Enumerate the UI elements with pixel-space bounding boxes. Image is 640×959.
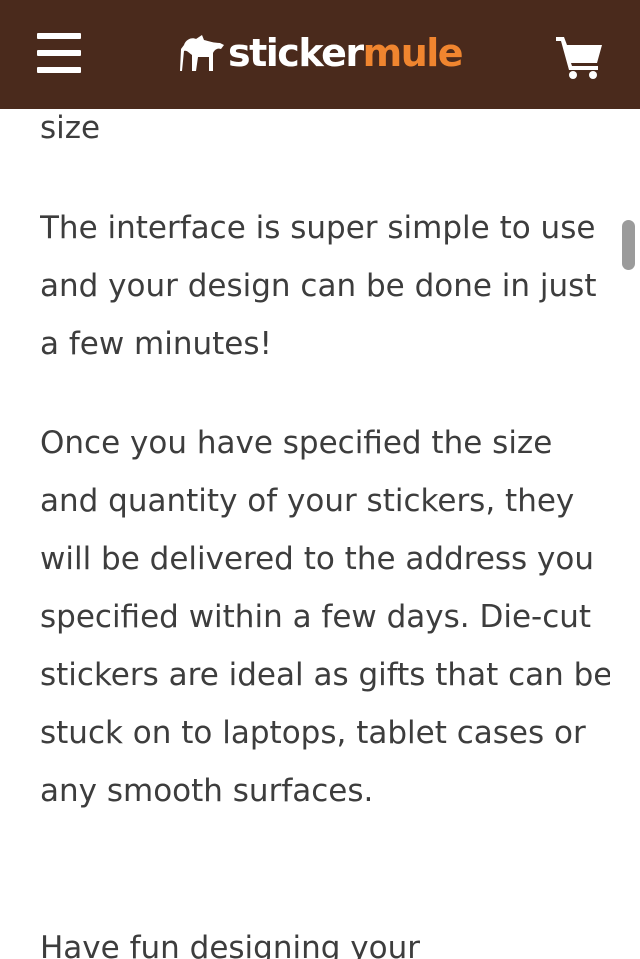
mule-icon bbox=[180, 35, 224, 71]
stickermule-logo[interactable]: stickermule bbox=[180, 28, 464, 78]
paragraph: Have fun designing your bbox=[40, 930, 420, 959]
text-fragment: size bbox=[40, 110, 101, 146]
logo-text-mule: mule bbox=[362, 31, 464, 75]
hamburger-menu-icon[interactable] bbox=[37, 33, 81, 73]
paragraph: The interface is super simple to use and… bbox=[40, 210, 597, 362]
shopping-cart-icon[interactable] bbox=[556, 35, 604, 79]
paragraph: Once you have specified the size and qua… bbox=[40, 425, 610, 809]
article-content: size The interface is super simple to us… bbox=[40, 109, 610, 959]
scrollbar[interactable] bbox=[622, 220, 635, 270]
site-header: stickermule bbox=[0, 0, 640, 109]
logo-text-sticker: sticker bbox=[228, 31, 364, 75]
